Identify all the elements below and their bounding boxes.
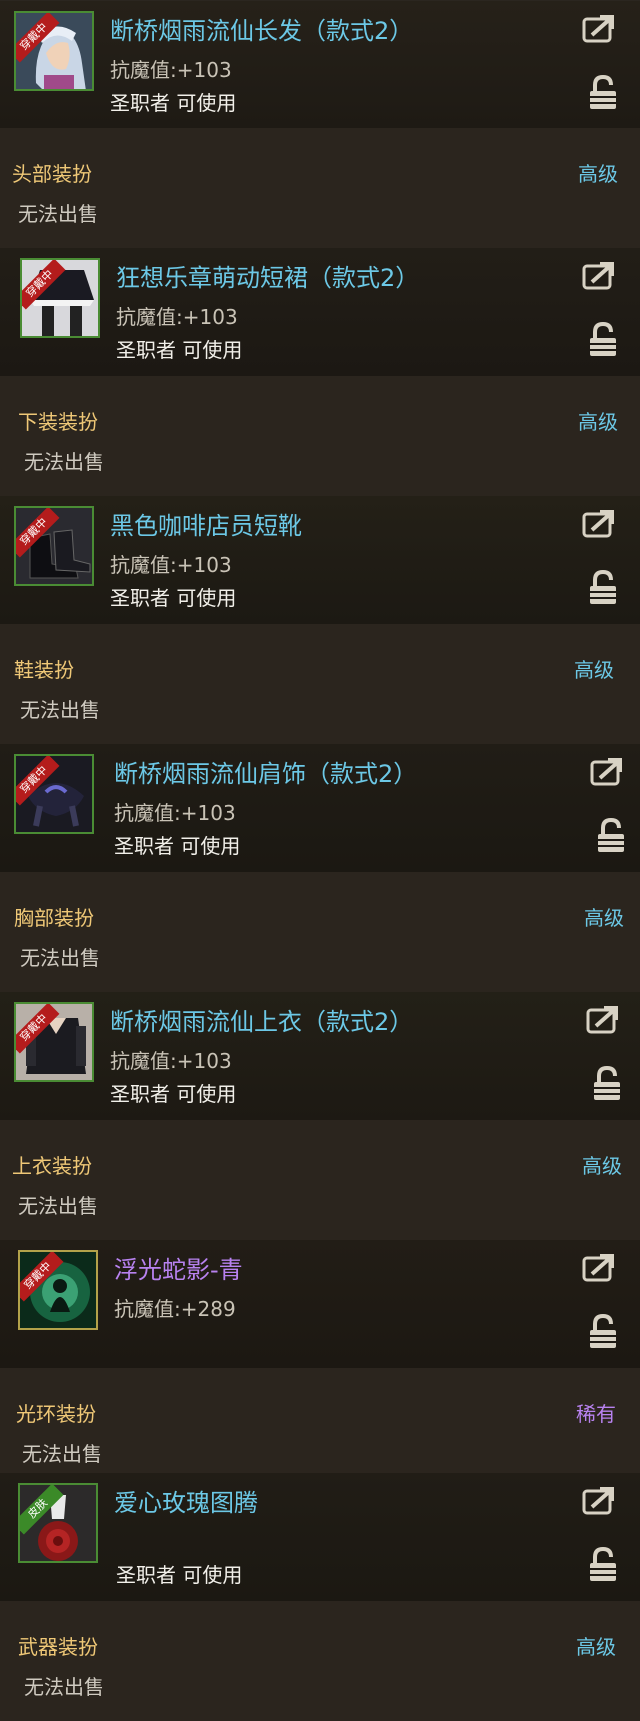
lock-icon[interactable] xyxy=(588,1314,618,1350)
class-restriction: 圣职者 可使用 xyxy=(116,338,243,362)
share-icon[interactable] xyxy=(590,756,624,786)
class-restriction: 圣职者 可使用 xyxy=(110,1082,237,1106)
stat-value: +289 xyxy=(180,1297,236,1321)
stat-label: 抗魔值: xyxy=(116,305,183,329)
item-header: 穿戴中 浮光蛇影-青 抗魔值:+289 xyxy=(0,1240,640,1368)
item-grade: 稀有 xyxy=(576,1402,616,1426)
lock-icon[interactable] xyxy=(592,1066,622,1102)
item-name: 断桥烟雨流仙长发（款式2） xyxy=(110,17,414,45)
hair-icon[interactable]: 穿戴中 xyxy=(14,11,94,91)
stat-value: +103 xyxy=(182,305,238,329)
stat-label: 抗魔值: xyxy=(114,1297,181,1321)
sell-status: 无法出售 xyxy=(20,698,100,722)
item-grade: 高级 xyxy=(584,906,624,930)
class-restriction: 圣职者 可使用 xyxy=(110,91,237,115)
boots-icon[interactable]: 穿戴中 xyxy=(14,506,94,586)
sell-status: 无法出售 xyxy=(22,1442,102,1466)
slot-type: 鞋装扮 xyxy=(14,658,74,682)
stat-value: +103 xyxy=(176,1049,232,1073)
slot-type: 头部装扮 xyxy=(12,162,92,186)
share-icon[interactable] xyxy=(582,1485,616,1515)
item-grade: 高级 xyxy=(574,658,614,682)
item-name: 断桥烟雨流仙肩饰（款式2） xyxy=(114,760,418,788)
lock-icon[interactable] xyxy=(596,818,626,854)
share-icon[interactable] xyxy=(582,1252,616,1282)
class-restriction: 圣职者 可使用 xyxy=(110,586,237,610)
sell-status: 无法出售 xyxy=(18,202,98,226)
item-stat: 抗魔值:+103 xyxy=(110,549,232,578)
class-restriction: 圣职者 可使用 xyxy=(114,834,241,858)
item-footer: 下装装扮 高级 无法出售 xyxy=(0,376,640,496)
sell-status: 无法出售 xyxy=(24,450,104,474)
slot-type: 武器装扮 xyxy=(18,1635,98,1659)
sell-status: 无法出售 xyxy=(18,1194,98,1218)
item-stat: 抗魔值:+103 xyxy=(110,54,232,83)
top-icon[interactable]: 穿戴中 xyxy=(14,1002,94,1082)
item-stat: 抗魔值:+103 xyxy=(116,301,238,330)
share-icon[interactable] xyxy=(582,508,616,538)
item-header: 穿戴中 黑色咖啡店员短靴 抗魔值:+103 圣职者 可使用 xyxy=(0,496,640,624)
lock-icon[interactable] xyxy=(588,75,618,111)
item-name: 断桥烟雨流仙上衣（款式2） xyxy=(110,1008,414,1036)
item-stat: 抗魔值:+103 xyxy=(110,1045,232,1074)
item-grade: 高级 xyxy=(578,410,618,434)
stat-value: +103 xyxy=(180,801,236,825)
item-footer: 光环装扮 稀有 无法出售 xyxy=(0,1368,640,1488)
stat-label: 抗魔值: xyxy=(110,553,177,577)
item-grade: 高级 xyxy=(576,1635,616,1659)
item-header: 穿戴中 断桥烟雨流仙肩饰（款式2） 抗魔值:+103 圣职者 可使用 xyxy=(0,744,640,872)
skirt-icon[interactable]: 穿戴中 xyxy=(20,258,100,338)
slot-type: 胸部装扮 xyxy=(14,906,94,930)
item-footer: 鞋装扮 高级 无法出售 xyxy=(0,624,640,744)
stat-value: +103 xyxy=(176,553,232,577)
item-header: 穿戴中 断桥烟雨流仙上衣（款式2） 抗魔值:+103 圣职者 可使用 xyxy=(0,992,640,1120)
slot-type: 光环装扮 xyxy=(16,1402,96,1426)
stat-label: 抗魔值: xyxy=(114,801,181,825)
class-restriction: 圣职者 可使用 xyxy=(116,1563,243,1587)
stat-value: +103 xyxy=(176,58,232,82)
item-name: 狂想乐章萌动短裙（款式2） xyxy=(116,264,420,292)
item-stat: 抗魔值:+289 xyxy=(114,1293,236,1322)
share-icon[interactable] xyxy=(582,13,616,43)
item-stat: 抗魔值:+103 xyxy=(114,797,236,826)
item-footer: 上衣装扮 高级 无法出售 xyxy=(0,1120,640,1240)
rose-icon[interactable]: 皮肤 xyxy=(18,1483,98,1563)
item-name: 黑色咖啡店员短靴 xyxy=(110,512,302,540)
lock-icon[interactable] xyxy=(588,322,618,358)
sell-status: 无法出售 xyxy=(24,1675,104,1699)
item-grade: 高级 xyxy=(582,1154,622,1178)
stat-label: 抗魔值: xyxy=(110,58,177,82)
item-footer: 胸部装扮 高级 无法出售 xyxy=(0,872,640,992)
lock-icon[interactable] xyxy=(588,570,618,606)
share-icon[interactable] xyxy=(582,260,616,290)
sell-status: 无法出售 xyxy=(20,946,100,970)
item-header: 穿戴中 狂想乐章萌动短裙（款式2） 抗魔值:+103 圣职者 可使用 xyxy=(0,248,640,376)
item-header: 穿戴中 断桥烟雨流仙长发（款式2） 抗魔值:+103 圣职者 可使用 xyxy=(0,0,640,129)
item-header: 皮肤 爱心玫瑰图腾 圣职者 可使用 xyxy=(0,1473,640,1601)
stat-label: 抗魔值: xyxy=(110,1049,177,1073)
item-footer: 头部装扮 高级 无法出售 xyxy=(0,128,640,248)
item-grade: 高级 xyxy=(578,162,618,186)
slot-type: 上衣装扮 xyxy=(12,1154,92,1178)
slot-type: 下装装扮 xyxy=(18,410,98,434)
item-footer: 武器装扮 高级 无法出售 xyxy=(0,1601,640,1721)
item-name: 爱心玫瑰图腾 xyxy=(114,1489,258,1517)
lock-icon[interactable] xyxy=(588,1547,618,1583)
item-name: 浮光蛇影-青 xyxy=(114,1256,243,1284)
share-icon[interactable] xyxy=(586,1004,620,1034)
shoulder-icon[interactable]: 穿戴中 xyxy=(14,754,94,834)
aura-icon[interactable]: 穿戴中 xyxy=(18,1250,98,1330)
